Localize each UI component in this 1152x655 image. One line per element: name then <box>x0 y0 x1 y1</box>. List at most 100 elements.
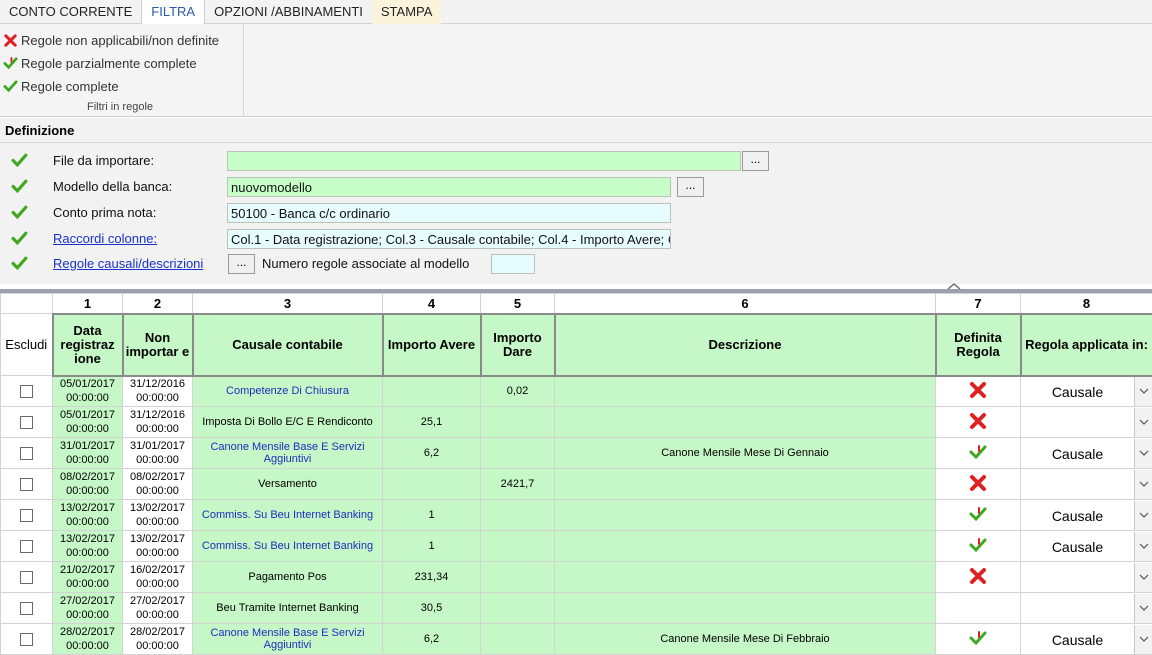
importo-dare-cell[interactable] <box>481 593 555 624</box>
raccordi-input[interactable]: Col.1 - Data registrazione; Col.3 - Caus… <box>227 229 671 249</box>
importo-avere-cell[interactable] <box>383 469 481 500</box>
causale-cell[interactable]: Canone Mensile Base E Servizi Aggiuntivi <box>193 624 383 655</box>
importo-avere-cell[interactable]: 231,34 <box>383 562 481 593</box>
conto-input[interactable]: 50100 - Banca c/c ordinario <box>227 203 671 223</box>
tab-stampa[interactable]: STAMPA <box>372 0 442 24</box>
importo-dare-cell[interactable] <box>481 531 555 562</box>
regole-link[interactable]: Regole causali/descrizioni <box>53 256 203 271</box>
header-regola-applicata[interactable]: Regola applicata in: <box>1021 314 1152 376</box>
numero-input[interactable] <box>491 254 535 274</box>
filter-rules-not-applicable[interactable]: Regole non applicabili/non definite <box>3 30 219 50</box>
raccordi-link[interactable]: Raccordi colonne: <box>53 231 157 246</box>
dropdown-button[interactable] <box>1134 408 1152 437</box>
dropdown-button[interactable] <box>1134 470 1152 499</box>
importo-dare-cell[interactable] <box>481 624 555 655</box>
importo-avere-cell[interactable]: 30,5 <box>383 593 481 624</box>
causale-cell[interactable]: Versamento <box>193 469 383 500</box>
dropdown-button[interactable] <box>1134 439 1152 468</box>
escludi-checkbox[interactable] <box>20 447 33 460</box>
filter-rules-complete[interactable]: Regole complete <box>3 76 119 96</box>
filter-rules-partial[interactable]: Regole parzialmente complete <box>3 53 197 73</box>
escludi-checkbox[interactable] <box>20 571 33 584</box>
importo-dare-cell[interactable] <box>481 500 555 531</box>
descrizione-cell[interactable] <box>555 500 936 531</box>
descrizione-cell[interactable] <box>555 407 936 438</box>
importo-avere-cell[interactable]: 6,2 <box>383 624 481 655</box>
regola-select[interactable] <box>1021 470 1152 499</box>
importo-dare-cell[interactable] <box>481 562 555 593</box>
escludi-checkbox[interactable] <box>20 509 33 522</box>
causale-cell[interactable]: Commiss. Su Beu Internet Banking <box>193 500 383 531</box>
escludi-checkbox[interactable] <box>20 602 33 615</box>
descrizione-cell[interactable] <box>555 469 936 500</box>
escludi-checkbox[interactable] <box>20 385 33 398</box>
header-importo-avere[interactable]: Importo Avere <box>383 314 481 376</box>
regola-select[interactable] <box>1021 563 1152 592</box>
file-input[interactable] <box>227 151 741 171</box>
importo-dare-cell[interactable]: 2421,7 <box>481 469 555 500</box>
file-label: File da importare: <box>53 153 154 168</box>
regola-select[interactable]: Causale <box>1021 377 1152 406</box>
importo-avere-cell[interactable]: 1 <box>383 500 481 531</box>
table-row: 28/02/201700:00:00 28/02/201700:00:00 Ca… <box>1 624 1152 655</box>
causale-cell[interactable]: Commiss. Su Beu Internet Banking <box>193 531 383 562</box>
causale-cell[interactable]: Pagamento Pos <box>193 562 383 593</box>
causale-cell[interactable]: Imposta Di Bollo E/C E Rendiconto <box>193 407 383 438</box>
importo-avere-cell[interactable] <box>383 376 481 407</box>
importo-dare-cell[interactable] <box>481 407 555 438</box>
descrizione-cell[interactable] <box>555 531 936 562</box>
time-value: 00:00:00 <box>123 639 192 653</box>
header-descrizione[interactable]: Descrizione <box>555 314 936 376</box>
importo-dare-cell[interactable] <box>481 438 555 469</box>
dropdown-button[interactable] <box>1134 501 1152 530</box>
escludi-checkbox[interactable] <box>20 540 33 553</box>
importo-avere-cell[interactable]: 25,1 <box>383 407 481 438</box>
regola-applicata-cell: Causale <box>1021 438 1152 469</box>
escludi-checkbox[interactable] <box>20 416 33 429</box>
regola-select[interactable]: Causale <box>1021 625 1152 654</box>
regola-applicata-cell: Causale <box>1021 376 1152 407</box>
descrizione-cell[interactable] <box>555 593 936 624</box>
header-non-importare[interactable]: Non importar e <box>123 314 193 376</box>
header-definita-regola[interactable]: Definita Regola <box>936 314 1021 376</box>
regola-select[interactable] <box>1021 594 1152 623</box>
dropdown-button[interactable] <box>1134 563 1152 592</box>
descrizione-cell[interactable] <box>555 562 936 593</box>
time-value: 00:00:00 <box>53 546 122 560</box>
descrizione-cell[interactable] <box>555 376 936 407</box>
causale-cell[interactable]: Competenze Di Chiusura <box>193 376 383 407</box>
descrizione-cell[interactable]: Canone Mensile Mese Di Gennaio <box>555 438 936 469</box>
tab-filtra[interactable]: FILTRA <box>141 0 205 25</box>
column-number: 3 <box>193 294 383 314</box>
escludi-checkbox[interactable] <box>20 478 33 491</box>
importo-avere-cell[interactable]: 1 <box>383 531 481 562</box>
regola-select[interactable]: Causale <box>1021 439 1152 468</box>
header-causale-contabile[interactable]: Causale contabile <box>193 314 383 376</box>
partial-check-icon <box>969 506 987 522</box>
group-caption: Filtri in regole <box>0 101 240 113</box>
tab-conto-corrente[interactable]: CONTO CORRENTE <box>0 0 141 24</box>
file-browse-button[interactable]: ... <box>742 151 769 171</box>
dropdown-button[interactable] <box>1134 594 1152 623</box>
tab-opzioni-abbinamenti[interactable]: OPZIONI /ABBINAMENTI <box>205 0 372 24</box>
causale-cell[interactable]: Canone Mensile Base E Servizi Aggiuntivi <box>193 438 383 469</box>
header-data-registrazione[interactable]: Data registraz ione <box>53 314 123 376</box>
regola-select[interactable] <box>1021 408 1152 437</box>
modello-browse-button[interactable]: ... <box>677 177 704 197</box>
dropdown-button[interactable] <box>1134 625 1152 654</box>
header-importo-dare[interactable]: Importo Dare <box>481 314 555 376</box>
regola-select[interactable]: Causale <box>1021 501 1152 530</box>
row-file: File da importare: ... <box>0 151 1152 173</box>
dropdown-button[interactable] <box>1134 532 1152 561</box>
definita-regola-cell <box>936 500 1021 531</box>
dropdown-button[interactable] <box>1134 377 1152 406</box>
modello-input[interactable]: nuovomodello <box>227 177 671 197</box>
importo-dare-cell[interactable]: 0,02 <box>481 376 555 407</box>
descrizione-cell[interactable]: Canone Mensile Mese Di Febbraio <box>555 624 936 655</box>
causale-cell[interactable]: Beu Tramite Internet Banking <box>193 593 383 624</box>
escludi-checkbox[interactable] <box>20 633 33 646</box>
importo-avere-cell[interactable]: 6,2 <box>383 438 481 469</box>
regola-select[interactable]: Causale <box>1021 532 1152 561</box>
header-escludi[interactable]: Escludi <box>1 314 53 376</box>
regole-browse-button[interactable]: ... <box>228 254 255 274</box>
